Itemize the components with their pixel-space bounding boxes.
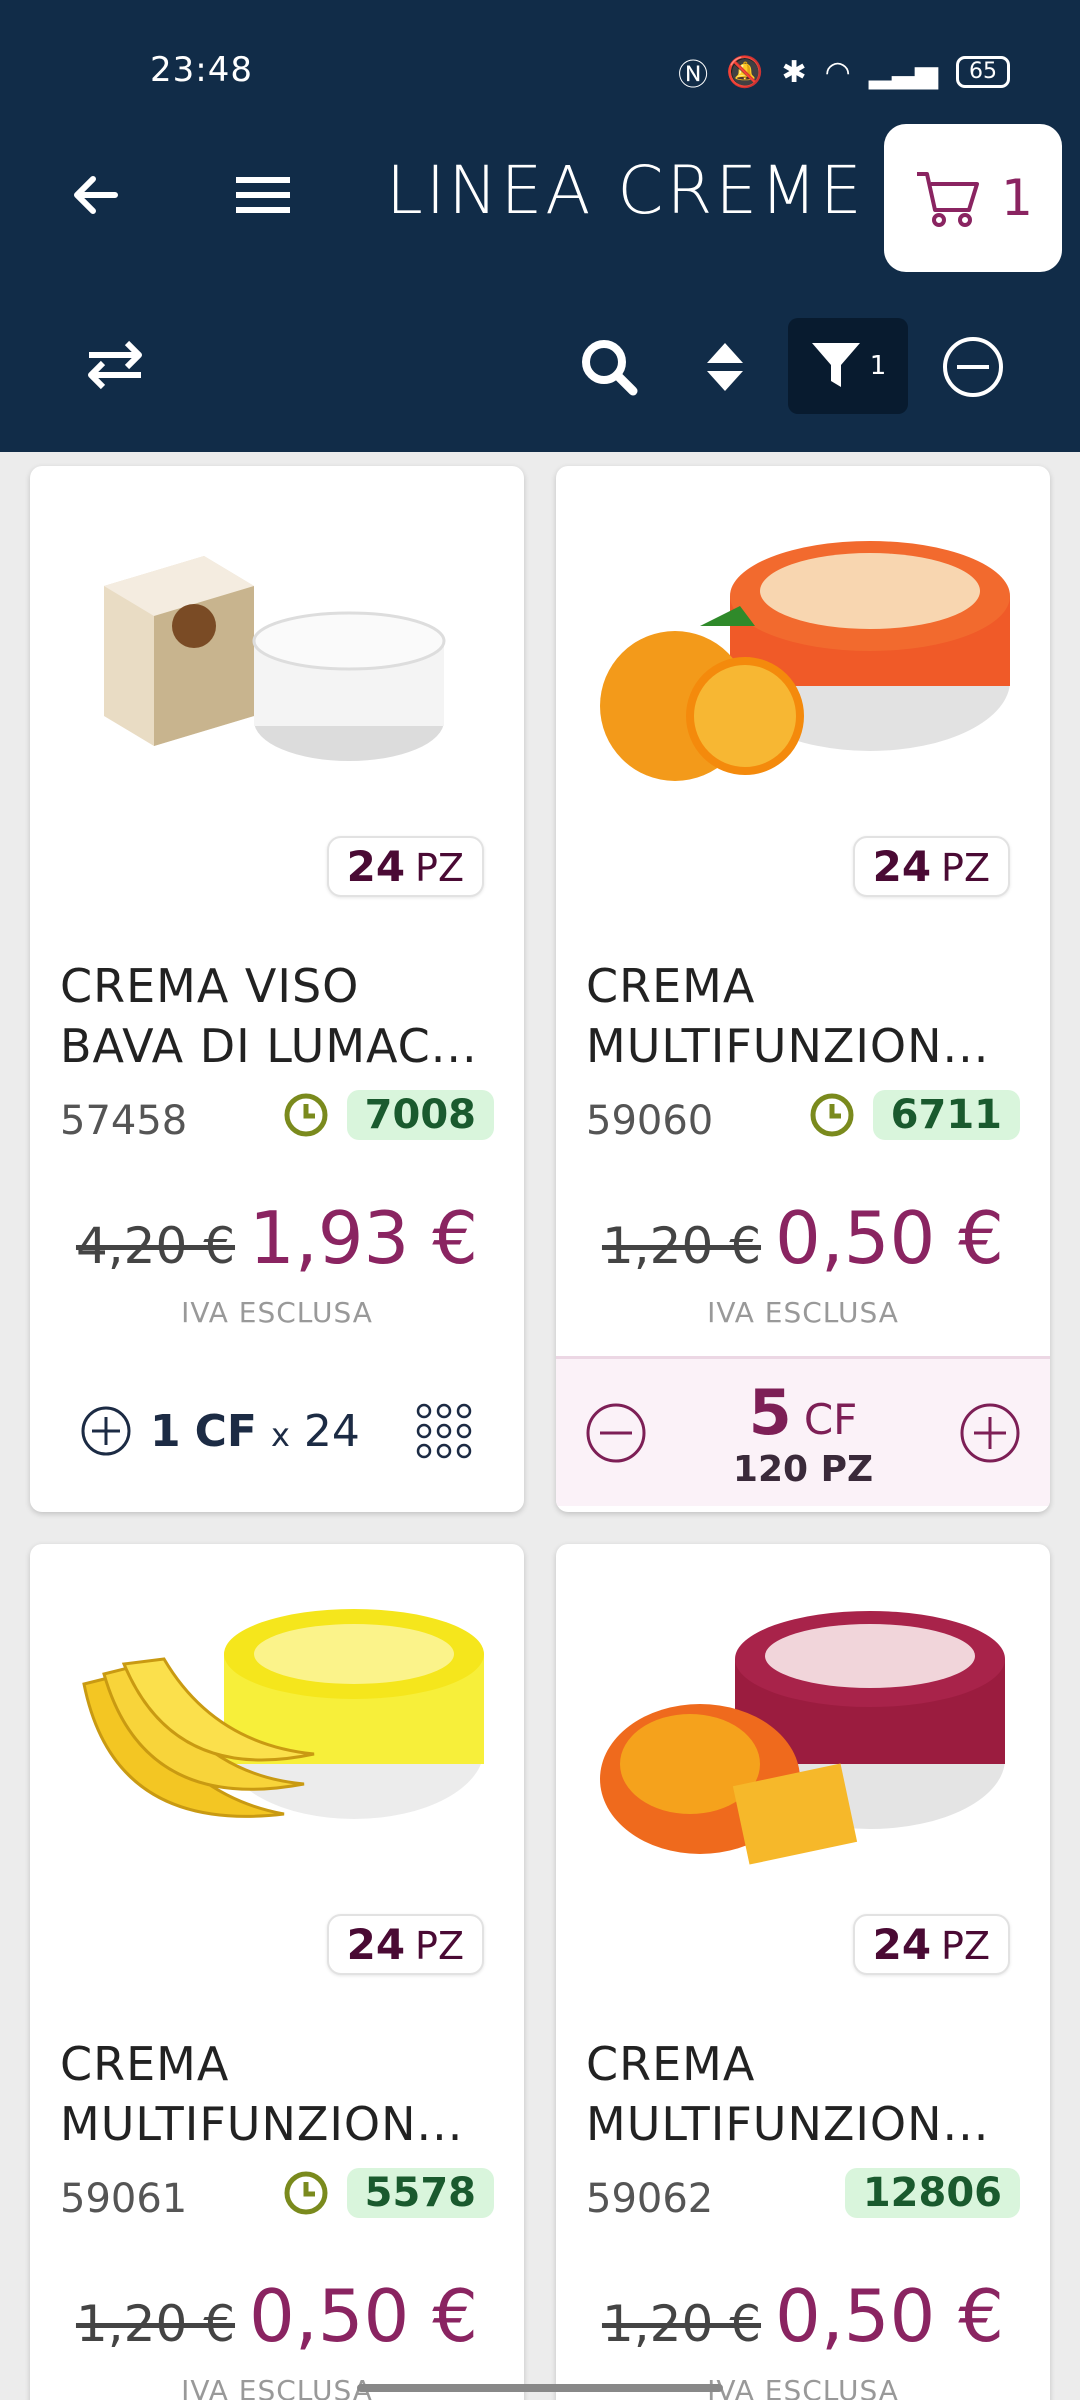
old-price: 4,20 € [75,1217,236,1275]
quantity-pieces: 120 PZ [732,1448,874,1490]
battery-icon: 65 [956,56,1010,88]
pieces-badge: 24 PZ [852,836,1010,897]
product-card[interactable]: 24 PZ CREMA MULTIFUNZION... 59061 5578 1,… [30,1544,524,2400]
filter-count: 1 [869,351,887,381]
product-image [600,1611,1005,1865]
stock-badge: 12806 [844,2168,1020,2218]
home-indicator[interactable] [357,2384,723,2392]
filter-button[interactable]: 1 [788,318,908,414]
new-price: 1,93 € [249,1196,479,1280]
app-header: 23:48 Ⓝ 🔕 ✱ ◠ ▂▃▅ 65 LINEA CREME 1 1 [0,0,1080,452]
product-card[interactable]: 24 PZ CREMA MULTIFUNZION... 59062 12806 1… [556,1544,1050,2400]
grid-dots-icon[interactable] [414,1401,474,1461]
status-icons: Ⓝ 🔕 ✱ ◠ ▂▃▅ 65 [678,50,1010,94]
add-to-cart-button[interactable]: 1 CF x 24 [80,1405,360,1457]
quantity-value: 5 CF [748,1375,858,1449]
cart-button[interactable]: 1 [884,124,1062,272]
product-image [600,541,1010,781]
back-arrow-icon[interactable] [60,160,130,230]
page-title: LINEA CREME [386,152,865,229]
vat-label: IVA ESCLUSA [181,1296,373,1329]
new-price: 0,50 € [775,1196,1005,1280]
product-card[interactable]: 24 PZ CREMA VISO BAVA DI LUMAC... 57458 7… [30,466,524,1512]
nfc-icon: Ⓝ [678,58,709,93]
status-clock: 23:48 [150,50,253,90]
pieces-badge: 24 PZ [326,836,484,897]
new-price: 0,50 € [249,2274,479,2358]
cart-icon [917,172,980,227]
product-code: 59061 [60,2176,188,2222]
cart-count: 1 [1001,169,1033,227]
old-price: 1,20 € [75,2295,236,2353]
filter-icon [811,343,860,387]
product-grid: 24 PZ CREMA VISO BAVA DI LUMAC... 57458 7… [0,452,1080,2400]
product-code: 59062 [586,2176,714,2222]
pieces-badge: 24 PZ [326,1914,484,1975]
pieces-badge: 24 PZ [852,1914,1010,1975]
product-name: CREMA MULTIFUNZION... [60,2037,464,2151]
search-icon[interactable] [574,332,644,402]
old-price: 1,20 € [601,2295,762,2353]
status-bar: 23:48 Ⓝ 🔕 ✱ ◠ ▂▃▅ 65 [0,0,1080,130]
product-code: 57458 [60,1098,188,1144]
minus-circle-icon[interactable] [584,1401,648,1465]
product-code: 59060 [586,1098,714,1144]
collapse-minus-icon[interactable] [938,332,1008,402]
product-card[interactable]: 24 PZ CREMA MULTIFUNZION... 59060 6711 1,… [556,466,1050,1512]
vat-label: IVA ESCLUSA [707,1296,899,1329]
bluetooth-icon: ✱ [781,54,807,90]
sort-icon[interactable] [690,332,760,402]
clock-icon [284,2171,328,2215]
wifi-icon: ◠ [824,54,851,90]
product-image [82,1609,484,1819]
plus-circle-icon [81,1406,131,1456]
quantity-stepper: 5 CF 120 PZ [556,1356,1050,1506]
mute-icon: 🔕 [726,54,764,90]
new-price: 0,50 € [775,2274,1005,2358]
product-name: CREMA MULTIFUNZION... [586,2037,990,2151]
stock-badge: 7008 [346,1090,494,1140]
stock-badge: 6711 [872,1090,1020,1140]
product-name: CREMA MULTIFUNZION... [586,959,990,1073]
clock-icon [284,1093,328,1137]
signal-icon: ▂▃▅ [868,54,938,90]
old-price: 1,20 € [601,1217,762,1275]
product-name: CREMA VISO BAVA DI LUMAC... [60,959,478,1073]
plus-circle-icon[interactable] [958,1401,1022,1465]
product-image [104,556,446,761]
menu-icon[interactable] [228,160,298,230]
stock-badge: 5578 [346,2168,494,2218]
clock-icon [810,1093,854,1137]
swap-icon[interactable] [80,330,150,400]
